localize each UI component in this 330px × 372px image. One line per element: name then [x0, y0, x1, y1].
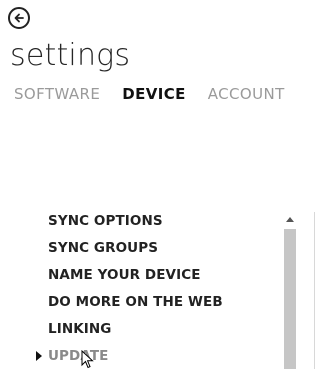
scroll-up-arrow-icon: [286, 216, 294, 222]
menu-item-sync-options[interactable]: SYNC OPTIONS: [48, 210, 223, 237]
tab-software[interactable]: SOFTWARE: [14, 84, 100, 104]
menu-item-linking[interactable]: LINKING: [48, 318, 223, 345]
mouse-cursor-icon: [81, 350, 94, 369]
back-button[interactable]: [8, 7, 30, 29]
tab-account[interactable]: ACCOUNT: [208, 84, 285, 104]
tab-device[interactable]: DEVICE: [122, 84, 186, 104]
scroll-thumb[interactable]: [284, 229, 296, 369]
menu-item-sync-groups[interactable]: SYNC GROUPS: [48, 237, 223, 264]
device-settings-list: SYNC OPTIONS SYNC GROUPS NAME YOUR DEVIC…: [36, 210, 223, 372]
scrollbar[interactable]: [283, 212, 297, 369]
menu-item-update[interactable]: UPDATE: [36, 345, 223, 372]
menu-item-name-your-device[interactable]: NAME YOUR DEVICE: [48, 264, 223, 291]
menu-item-do-more-on-the-web[interactable]: DO MORE ON THE WEB: [48, 291, 223, 318]
menu-item-update-label: UPDATE: [48, 348, 109, 364]
back-arrow-icon: [14, 13, 24, 23]
page-title: settings: [10, 38, 131, 73]
pane-divider: [314, 212, 315, 369]
selected-arrow-icon: [36, 351, 42, 361]
scroll-up-button[interactable]: [283, 212, 297, 226]
tab-bar: SOFTWARE DEVICE ACCOUNT: [14, 84, 307, 104]
